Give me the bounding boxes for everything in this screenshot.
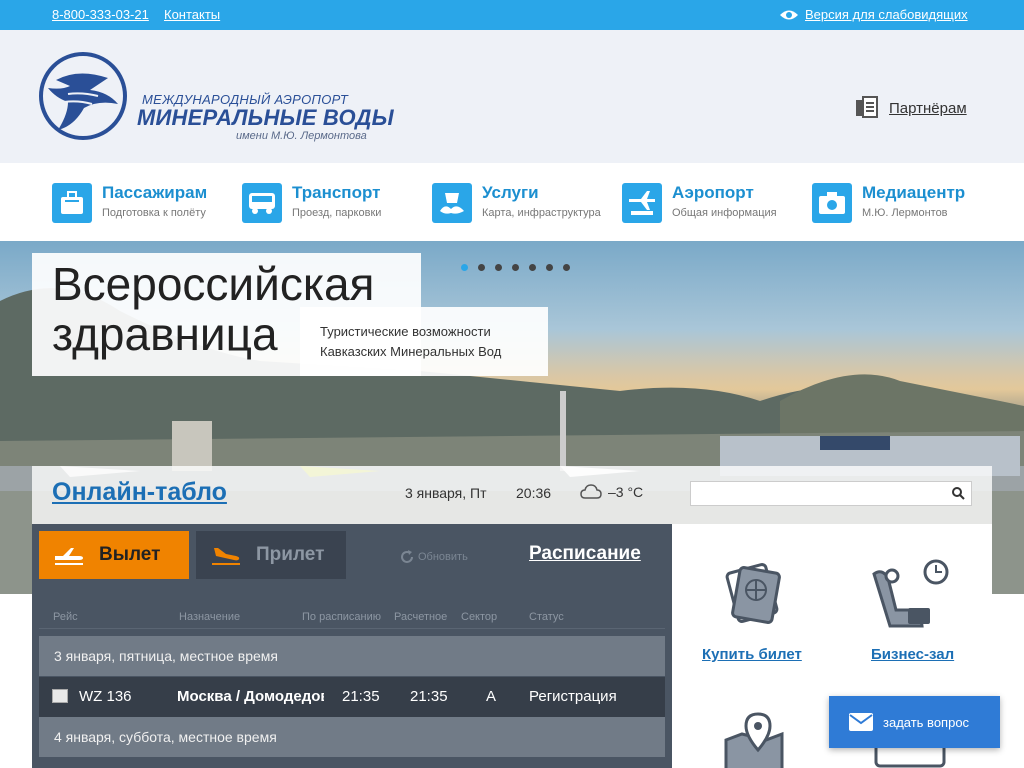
search-input[interactable]: [691, 482, 941, 505]
phone-link[interactable]: 8-800-333-03-21: [52, 7, 149, 22]
header-divider: [39, 628, 665, 629]
slider-dot-active[interactable]: [461, 264, 468, 271]
board-time: 20:36: [516, 485, 552, 501]
nav-title: Медиацентр: [862, 183, 966, 202]
header: МЕЖДУНАРОДНЫЙ АЭРОПОРТ МИНЕРАЛЬНЫЕ ВОДЫ …: [0, 30, 1024, 163]
temperature: –3 °C: [608, 484, 644, 500]
suitcase-icon: [52, 183, 92, 223]
slider-dot[interactable]: [529, 264, 536, 271]
flight-estimated: 21:35: [410, 688, 448, 705]
slider-dot[interactable]: [478, 264, 485, 271]
departure-plane-icon: [55, 548, 83, 565]
search-box[interactable]: [690, 481, 972, 506]
cloud-icon: [580, 484, 602, 499]
nav-title: Услуги: [482, 183, 539, 202]
column-header-scheduled: По расписанию: [302, 611, 382, 623]
date-group-row: 4 января, суббота, местное время: [39, 717, 665, 757]
hero-title-line1: Всероссийская: [52, 258, 375, 310]
nav-item-services[interactable]: Услуги Карта, инфраструктура: [432, 183, 601, 223]
departure-tab[interactable]: Вылет: [39, 531, 189, 579]
hero-subtitle-line1: Туристические возможности: [320, 324, 491, 339]
nav-subtitle: Проезд, парковки: [292, 207, 382, 219]
arrival-plane-icon: [212, 548, 240, 565]
ask-question-label: задать вопрос: [883, 714, 970, 730]
departure-label: Вылет: [99, 544, 161, 565]
flight-row[interactable]: WZ 136 Москва / Домодедово 21:35 21:35 A…: [39, 677, 665, 717]
column-header-destination: Назначение: [179, 611, 241, 623]
buy-ticket-link[interactable]: Купить билет: [702, 646, 802, 663]
ask-question-button[interactable]: задать вопрос: [829, 696, 1000, 748]
column-header-estimated: Расчетное: [394, 611, 448, 623]
business-lounge-link[interactable]: Бизнес-зал: [871, 646, 954, 663]
hero-subtitle: Туристические возможности Кавказских Мин…: [320, 322, 540, 362]
nav-item-airport[interactable]: Аэропорт Общая информация: [622, 183, 777, 223]
flight-sector: A: [486, 688, 497, 705]
nav-title: Пассажирам: [102, 183, 208, 202]
partners-link[interactable]: Партнёрам: [855, 96, 967, 120]
search-icon[interactable]: [952, 487, 965, 500]
plane-icon: [622, 183, 662, 223]
column-header-flight: Рейс: [53, 611, 78, 623]
logo-emblem-icon[interactable]: [38, 50, 130, 142]
main-nav: Пассажирам Подготовка к полёту Транспорт…: [0, 163, 1024, 241]
accessibility-link[interactable]: Версия для слабовидящих: [805, 7, 968, 22]
flight-destination: Москва / Домодедово: [177, 688, 324, 705]
refresh-label: Обновить: [418, 551, 468, 563]
nav-subtitle: Карта, инфраструктура: [482, 207, 601, 219]
airline-logo-icon: [52, 689, 68, 703]
slider-dot[interactable]: [512, 264, 519, 271]
flight-status: Регистрация: [529, 688, 617, 705]
document-icon: [856, 96, 878, 118]
nav-subtitle: Подготовка к полёту: [102, 207, 206, 219]
nav-item-passengers[interactable]: Пассажирам Подготовка к полёту: [52, 183, 207, 223]
arrival-label: Прилет: [256, 544, 325, 565]
partners-label: Партнёрам: [889, 99, 967, 117]
nav-item-transport[interactable]: Транспорт Проезд, парковки: [242, 183, 381, 223]
nav-title: Транспорт: [292, 183, 381, 202]
refresh-icon: [401, 550, 413, 563]
business-lounge-icon[interactable]: [868, 554, 952, 634]
flight-number: WZ 136: [79, 688, 132, 705]
logo-line2: МИНЕРАЛЬНЫЕ ВОДЫ: [137, 105, 394, 130]
slider-dot[interactable]: [546, 264, 553, 271]
column-header-sector: Сектор: [461, 611, 498, 623]
bus-icon: [242, 183, 282, 223]
hero-subtitle-line2: Кавказских Минеральных Вод: [320, 344, 502, 359]
camera-icon: [812, 183, 852, 223]
nav-subtitle: М.Ю. Лермонтов: [862, 207, 948, 219]
weather: –3 °C: [580, 484, 643, 500]
slider-dots: [461, 264, 570, 271]
board-date: 3 января, Пт: [405, 485, 487, 501]
nav-subtitle: Общая информация: [672, 207, 777, 219]
envelope-icon: [849, 713, 873, 731]
column-header-status: Статус: [529, 611, 564, 623]
refresh-button[interactable]: Обновить: [400, 550, 468, 564]
nav-item-mediacenter[interactable]: Медиацентр М.Ю. Лермонтов: [812, 183, 965, 223]
schedule-link[interactable]: Расписание: [529, 543, 641, 565]
top-bar: 8-800-333-03-21 Контакты Версия для слаб…: [0, 0, 1024, 30]
eye-icon: [780, 10, 798, 20]
contacts-link[interactable]: Контакты: [164, 7, 220, 22]
logo-line3: имени М.Ю. Лермонтова: [236, 130, 367, 142]
passport-icon[interactable]: [722, 560, 786, 624]
slider-dot[interactable]: [495, 264, 502, 271]
slider-dot[interactable]: [563, 264, 570, 271]
date-group-row: 3 января, пятница, местное время: [39, 636, 665, 676]
arrival-tab[interactable]: Прилет: [196, 531, 346, 579]
flight-scheduled: 21:35: [342, 688, 380, 705]
map-pin-icon[interactable]: [722, 710, 786, 768]
nav-title: Аэропорт: [672, 183, 754, 202]
online-board-link[interactable]: Онлайн-табло: [52, 478, 227, 507]
services-icon: [432, 183, 472, 223]
